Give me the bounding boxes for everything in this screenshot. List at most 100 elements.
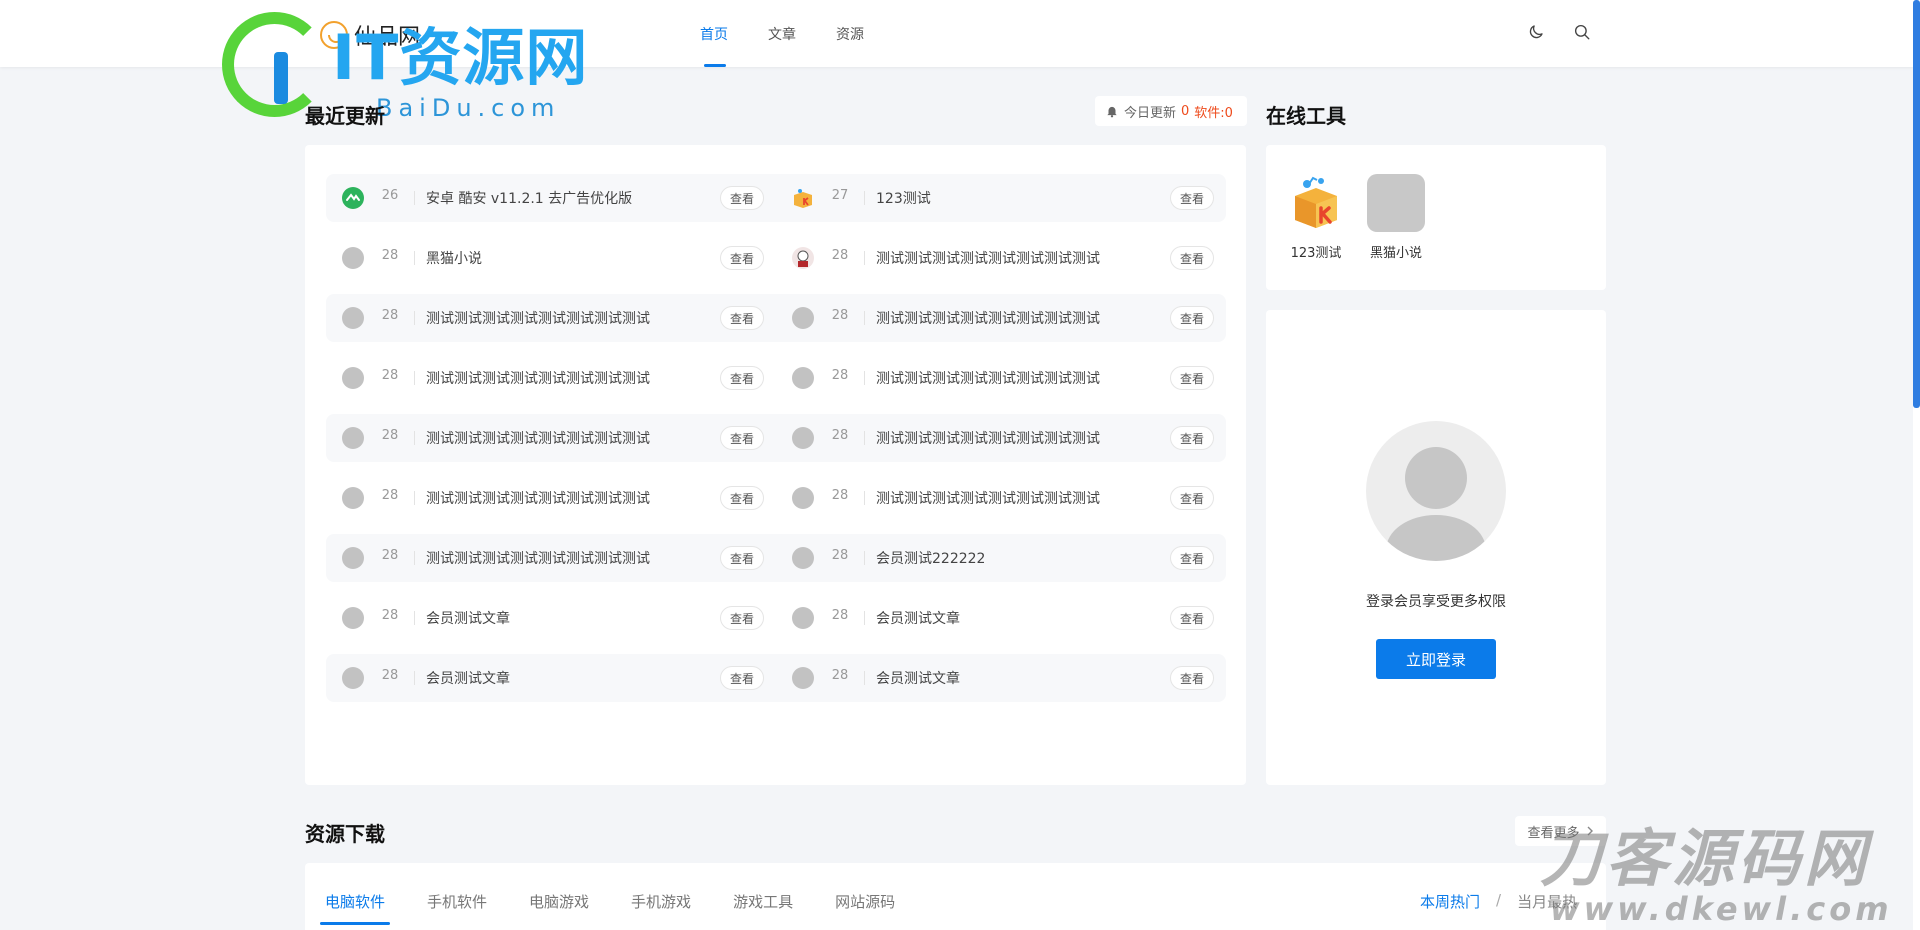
view-button[interactable]: 查看 xyxy=(1170,666,1214,690)
list-item[interactable]: 28 会员测试文章 查看 xyxy=(776,654,1226,702)
item-title[interactable]: 会员测试文章 xyxy=(426,608,510,628)
tab-site-source[interactable]: 网站源码 xyxy=(835,891,895,921)
view-button[interactable]: 查看 xyxy=(720,606,764,630)
divider xyxy=(864,491,865,505)
placeholder-icon xyxy=(342,427,364,449)
nav-item-resources[interactable]: 资源 xyxy=(816,0,884,67)
view-button[interactable]: 查看 xyxy=(720,486,764,510)
list-item[interactable]: 28 会员测试文章 查看 xyxy=(326,654,776,702)
site-logo[interactable]: 仙品网 xyxy=(320,20,420,50)
item-title[interactable]: 测试测试测试测试测试测试测试测试 xyxy=(426,488,650,508)
list-item[interactable]: 28 会员测试文章 查看 xyxy=(776,594,1226,642)
view-button[interactable]: 查看 xyxy=(1170,246,1214,270)
login-button[interactable]: 立即登录 xyxy=(1376,639,1496,679)
view-button[interactable]: 查看 xyxy=(720,246,764,270)
list-item[interactable]: 28 测试测试测试测试测试测试测试测试 查看 xyxy=(326,414,776,462)
view-button[interactable]: 查看 xyxy=(1170,426,1214,450)
view-button[interactable]: 查看 xyxy=(720,546,764,570)
divider xyxy=(864,671,865,685)
item-count: 28 xyxy=(381,668,399,683)
list-item[interactable]: 28 测试测试测试测试测试测试测试测试 查看 xyxy=(326,294,776,342)
view-button[interactable]: 查看 xyxy=(720,666,764,690)
item-title[interactable]: 会员测试文章 xyxy=(876,608,960,628)
hot-month-link[interactable]: 当月最热 xyxy=(1517,891,1577,912)
view-button[interactable]: 查看 xyxy=(1170,486,1214,510)
item-title[interactable]: 测试测试测试测试测试测试测试测试 xyxy=(426,368,650,388)
item-title[interactable]: 测试测试测试测试测试测试测试测试 xyxy=(876,308,1100,328)
list-item[interactable]: 28 测试测试测试测试测试测试测试测试 查看 xyxy=(776,234,1226,282)
placeholder-icon xyxy=(792,367,814,389)
list-item[interactable]: 28 黑猫小说 查看 xyxy=(326,234,776,282)
view-button[interactable]: 查看 xyxy=(720,306,764,330)
tab-game-tools[interactable]: 游戏工具 xyxy=(733,891,793,921)
item-count: 28 xyxy=(831,308,849,323)
placeholder-icon xyxy=(792,607,814,629)
item-count: 28 xyxy=(381,428,399,443)
avatar-body xyxy=(1386,515,1486,561)
list-row: 28 黑猫小说 查看 28 测试测试测试测试测试测试测试测试 查看 xyxy=(326,234,1226,282)
kugou-box-icon xyxy=(1287,174,1345,232)
list-row: 26 安卓 酷安 v11.2.1 去广告优化版 查看 27 123测试 查看 xyxy=(326,174,1226,222)
list-item[interactable]: 28 测试测试测试测试测试测试测试测试 查看 xyxy=(776,354,1226,402)
item-count: 28 xyxy=(381,608,399,623)
item-title[interactable]: 会员测试222222 xyxy=(876,548,985,568)
item-title[interactable]: 测试测试测试测试测试测试测试测试 xyxy=(876,248,1100,268)
divider xyxy=(864,431,865,445)
tool-item-heimao[interactable]: 黑猫小说 xyxy=(1356,174,1436,261)
hot-week-link[interactable]: 本周热门 xyxy=(1420,891,1480,912)
item-title[interactable]: 测试测试测试测试测试测试测试测试 xyxy=(426,428,650,448)
list-item[interactable]: 28 会员测试222222 查看 xyxy=(776,534,1226,582)
tab-mobile-software[interactable]: 手机软件 xyxy=(427,891,487,921)
tab-pc-games[interactable]: 电脑游戏 xyxy=(529,891,589,921)
page-scrollbar[interactable] xyxy=(1913,0,1920,930)
item-title[interactable]: 123测试 xyxy=(876,188,931,208)
scrollbar-thumb[interactable] xyxy=(1913,0,1920,408)
view-button[interactable]: 查看 xyxy=(720,366,764,390)
list-item[interactable]: 28 测试测试测试测试测试测试测试测试 查看 xyxy=(776,414,1226,462)
item-title[interactable]: 会员测试文章 xyxy=(426,668,510,688)
list-item[interactable]: 26 安卓 酷安 v11.2.1 去广告优化版 查看 xyxy=(326,174,776,222)
view-button[interactable]: 查看 xyxy=(720,426,764,450)
item-title[interactable]: 测试测试测试测试测试测试测试测试 xyxy=(876,428,1100,448)
resource-tabs: 电脑软件 手机软件 电脑游戏 手机游戏 游戏工具 网站源码 xyxy=(319,891,895,925)
login-card: 登录会员享受更多权限 立即登录 xyxy=(1266,310,1606,785)
list-item[interactable]: 28 测试测试测试测试测试测试测试测试 查看 xyxy=(776,294,1226,342)
item-title[interactable]: 会员测试文章 xyxy=(876,668,960,688)
list-item[interactable]: 28 测试测试测试测试测试测试测试测试 查看 xyxy=(326,354,776,402)
placeholder-icon xyxy=(342,487,364,509)
nav-item-articles[interactable]: 文章 xyxy=(748,0,816,67)
view-button[interactable]: 查看 xyxy=(1170,366,1214,390)
view-button[interactable]: 查看 xyxy=(1170,546,1214,570)
list-item[interactable]: 28 测试测试测试测试测试测试测试测试 查看 xyxy=(776,474,1226,522)
view-button[interactable]: 查看 xyxy=(1170,606,1214,630)
list-item[interactable]: 27 123测试 查看 xyxy=(776,174,1226,222)
placeholder-icon xyxy=(342,547,364,569)
item-title[interactable]: 测试测试测试测试测试测试测试测试 xyxy=(876,368,1100,388)
item-count: 28 xyxy=(831,548,849,563)
list-item[interactable]: 28 会员测试文章 查看 xyxy=(326,594,776,642)
today-update-badge: 今日更新 0 软件:0 xyxy=(1095,96,1247,126)
list-item[interactable]: 28 测试测试测试测试测试测试测试测试 查看 xyxy=(326,474,776,522)
view-more-button[interactable]: 查看更多 xyxy=(1515,816,1606,846)
nav-item-home[interactable]: 首页 xyxy=(680,0,748,67)
tab-pc-software[interactable]: 电脑软件 xyxy=(319,891,391,925)
item-count: 28 xyxy=(381,548,399,563)
list-item[interactable]: 28 测试测试测试测试测试测试测试测试 查看 xyxy=(326,534,776,582)
moon-icon[interactable] xyxy=(1525,21,1547,43)
item-title[interactable]: 测试测试测试测试测试测试测试测试 xyxy=(426,308,650,328)
tool-item-123[interactable]: 123测试 xyxy=(1276,174,1356,261)
view-button[interactable]: 查看 xyxy=(1170,186,1214,210)
recent-list-card: 26 安卓 酷安 v11.2.1 去广告优化版 查看 27 123测试 查看 28 黑猫小说查… xyxy=(305,145,1246,907)
placeholder-icon xyxy=(792,427,814,449)
search-icon[interactable] xyxy=(1571,21,1593,43)
item-title[interactable]: 测试测试测试测试测试测试测试测试 xyxy=(876,488,1100,508)
list-row: 28 测试测试测试测试测试测试测试测试 查看 28 会员测试222222 查看 xyxy=(326,534,1226,582)
view-button[interactable]: 查看 xyxy=(1170,306,1214,330)
item-title[interactable]: 黑猫小说 xyxy=(426,248,482,268)
item-title[interactable]: 测试测试测试测试测试测试测试测试 xyxy=(426,548,650,568)
item-count: 28 xyxy=(831,488,849,503)
item-title[interactable]: 安卓 酷安 v11.2.1 去广告优化版 xyxy=(426,188,632,208)
view-button[interactable]: 查看 xyxy=(720,186,764,210)
tab-mobile-games[interactable]: 手机游戏 xyxy=(631,891,691,921)
divider xyxy=(864,251,865,265)
